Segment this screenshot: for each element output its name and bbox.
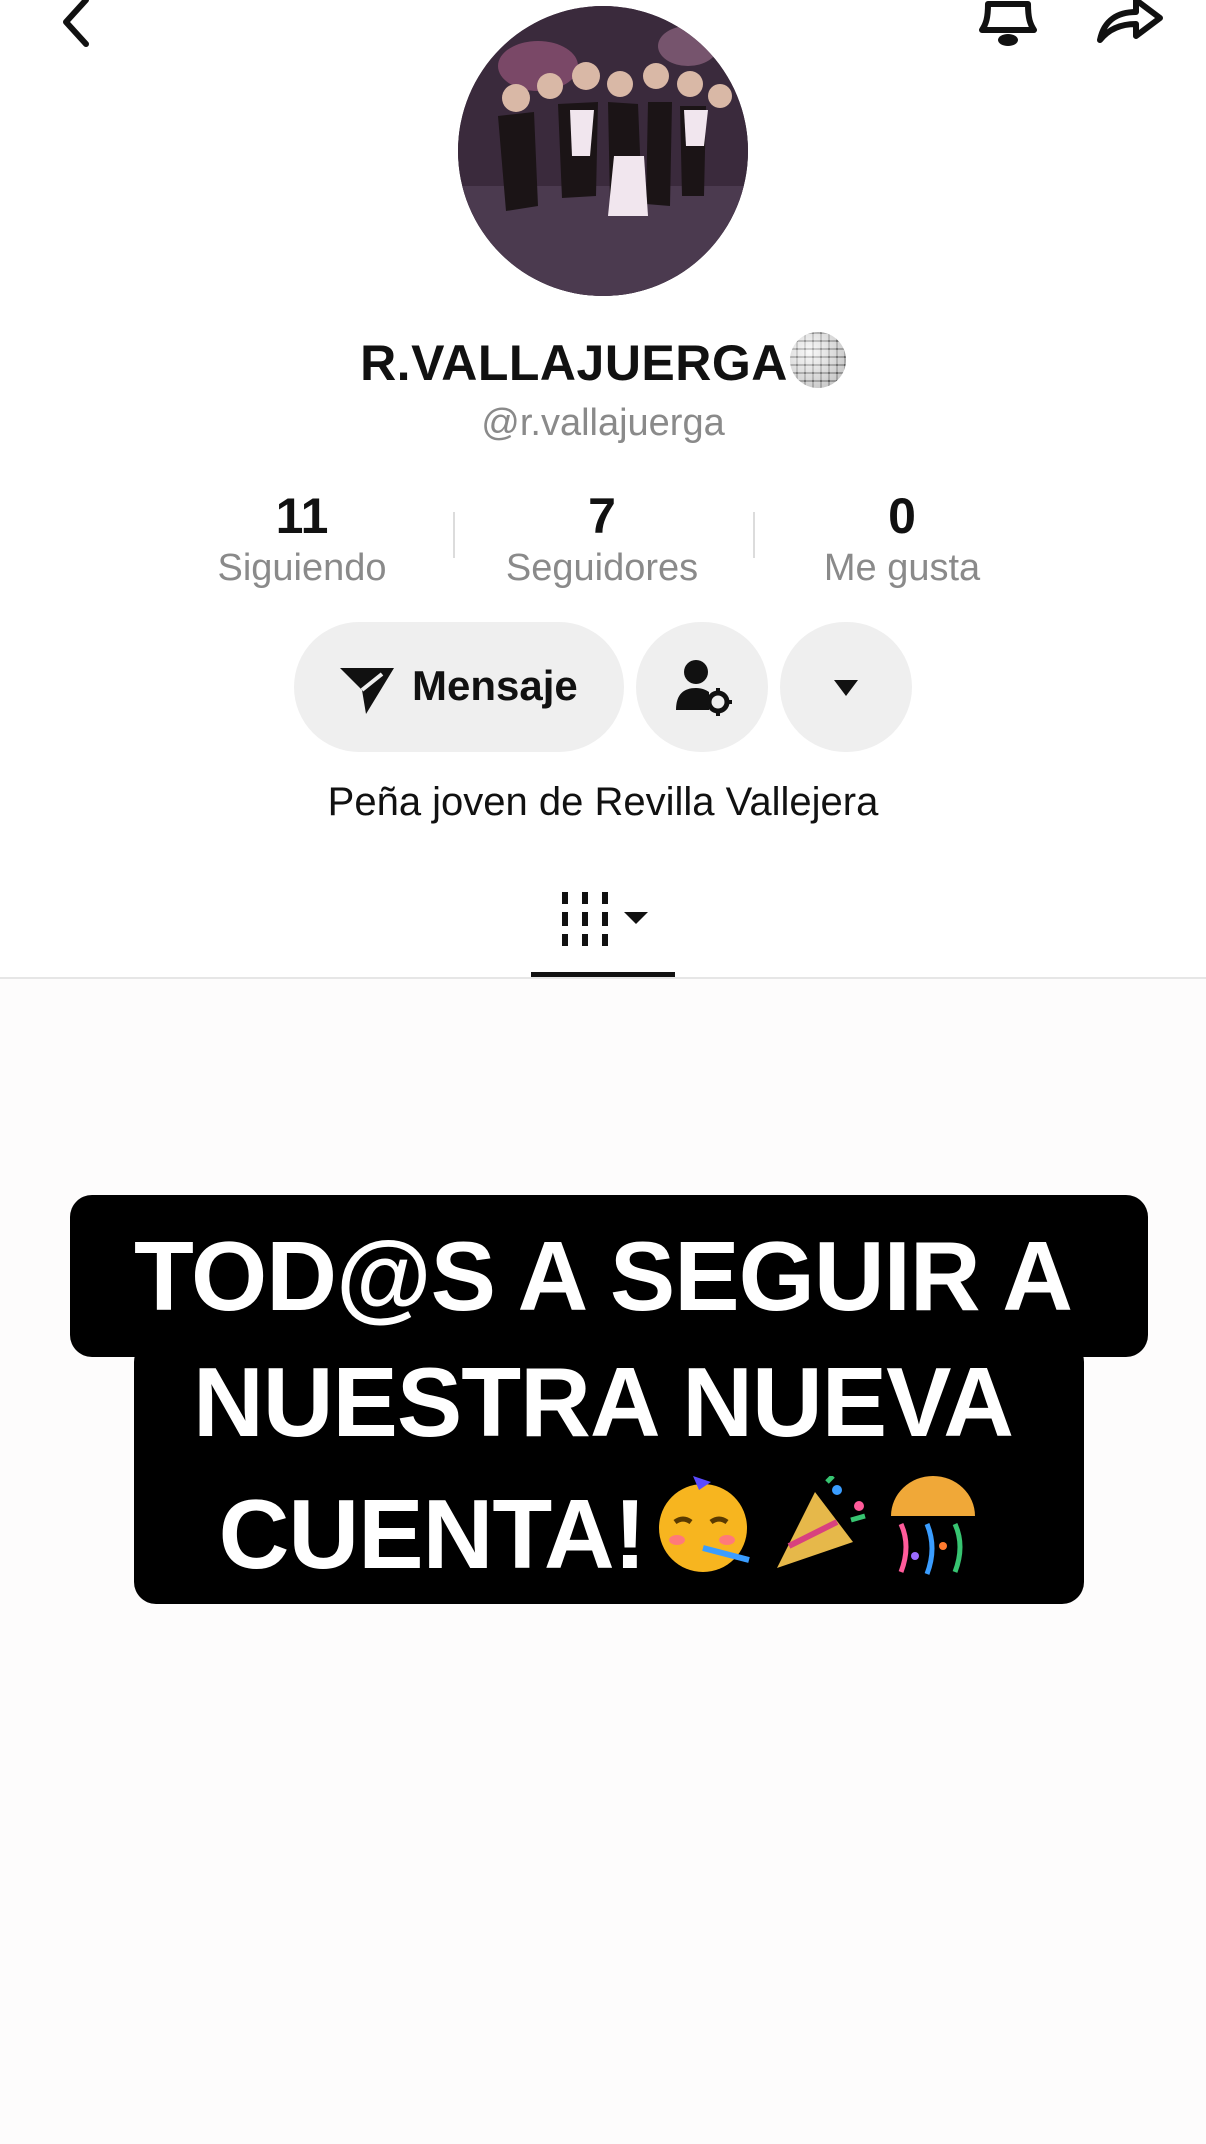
message-button[interactable]: Mensaje — [294, 622, 624, 752]
banner-line-3: CUENTA! — [0, 1474, 1206, 1591]
caret-down-icon — [832, 678, 860, 698]
followers-count: 7 — [588, 488, 616, 544]
friend-settings-button[interactable] — [636, 622, 768, 752]
banner-line-1: TOD@S A SEGUIR A — [133, 1221, 1073, 1331]
bell-icon[interactable] — [968, 0, 1048, 54]
following-count: 11 — [275, 488, 329, 544]
display-name: R.VALLAJUERGA — [0, 332, 1206, 392]
likes-stat[interactable]: 0 Me gusta — [752, 488, 1052, 592]
avatar[interactable] — [458, 6, 748, 296]
banner-line-2: NUESTRA NUEVA — [192, 1347, 1014, 1457]
back-arrow-icon[interactable] — [48, 0, 108, 54]
more-options-button[interactable] — [780, 622, 912, 752]
followers-stat[interactable]: 7 Seguidores — [452, 488, 752, 592]
likes-count: 0 — [888, 488, 916, 544]
person-settings-icon — [674, 658, 734, 718]
send-icon — [338, 664, 396, 716]
party-face-emoji — [653, 1476, 759, 1576]
followers-label: Seguidores — [505, 547, 699, 589]
confetti-ball-emoji — [881, 1476, 987, 1576]
banner-line-3-text: CUENTA! — [218, 1479, 647, 1589]
bio: Peña joven de Revilla Vallejera — [327, 780, 879, 824]
grid-filter-icon[interactable] — [560, 890, 656, 948]
message-label: Mensaje — [412, 662, 578, 709]
faded-background-text — [0, 2035, 1206, 2126]
username: @r.vallajuerga — [481, 402, 725, 444]
likes-label: Me gusta — [823, 547, 981, 589]
following-stat[interactable]: 11 Siguiendo — [152, 488, 452, 592]
party-popper-emoji — [767, 1474, 873, 1576]
share-icon[interactable] — [1088, 0, 1168, 54]
disco-ball-icon — [789, 332, 846, 388]
following-label: Siguiendo — [217, 547, 387, 589]
